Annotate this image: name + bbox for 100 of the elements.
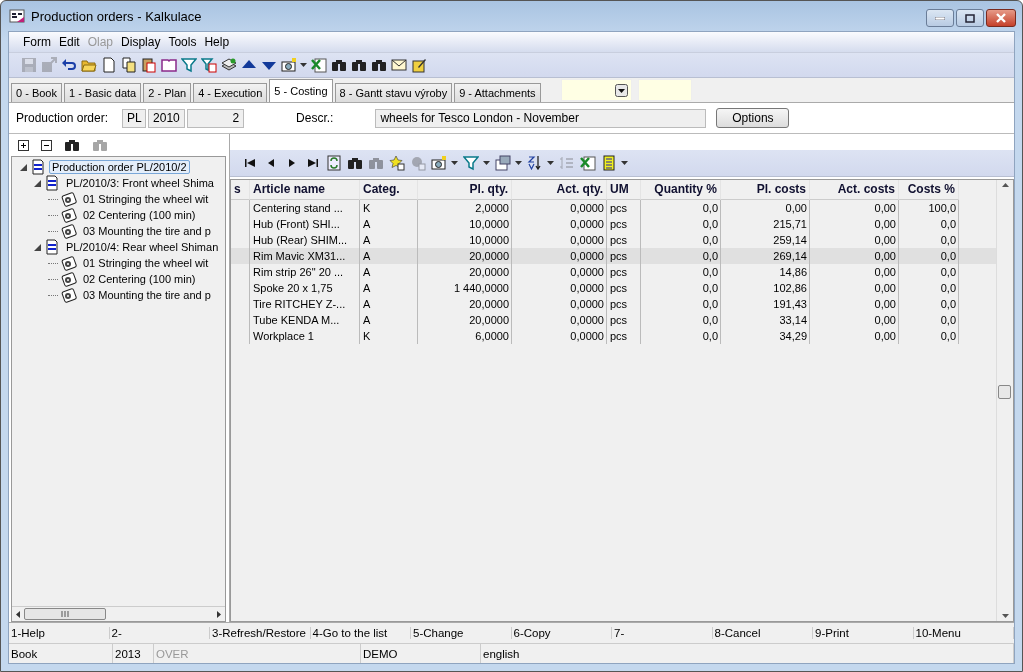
paste-icon[interactable] (141, 57, 157, 73)
binoculars-icon[interactable] (64, 137, 80, 153)
column-header[interactable]: Quantity % (641, 180, 721, 200)
filter-document-icon[interactable] (201, 57, 217, 73)
table-row[interactable]: Spoke 20 x 1,75 A 1 440,0000 0,0000 pcs 0,0 102,86 0,00 0,0 (231, 280, 996, 296)
spreadsheet-icon[interactable] (311, 57, 327, 73)
tree-item[interactable]: PL/2010/3: Front wheel Shima (63, 176, 217, 190)
columns-icon[interactable] (495, 155, 511, 171)
order-number-field[interactable]: 2 (187, 108, 245, 128)
folder-icon[interactable] (81, 57, 97, 73)
menu-item[interactable]: Display (117, 35, 165, 49)
spreadsheet-icon[interactable] (580, 155, 596, 171)
binoculars-icon[interactable] (371, 57, 387, 73)
grip-icon[interactable] (61, 611, 69, 617)
function-key[interactable]: 1-Help (9, 627, 110, 639)
expander-icon[interactable] (34, 179, 41, 187)
horizontal-scrollbar[interactable] (12, 606, 225, 621)
filter-icon[interactable] (463, 155, 479, 171)
function-key[interactable]: 10-Menu (913, 627, 1014, 639)
input-field[interactable] (637, 79, 692, 101)
column-header[interactable]: Pl. qty. (418, 180, 512, 200)
vertical-scrollbar[interactable] (996, 180, 1013, 621)
menu-item[interactable]: Form (19, 35, 55, 49)
scrollbar-thumb[interactable] (998, 385, 1011, 399)
function-key[interactable]: 7- (612, 627, 713, 639)
menu-item[interactable]: Tools (164, 35, 201, 49)
column-header[interactable]: Article name (250, 180, 360, 200)
table-row[interactable]: Tube KENDA M... A 20,0000 0,0000 pcs 0,0 33,14 0,00 0,0 (231, 312, 996, 328)
column-header[interactable]: Categ. (360, 180, 418, 200)
caret-icon[interactable] (515, 161, 522, 165)
tree-item[interactable]: PL/2010/4: Rear wheel Shiman (63, 240, 222, 254)
caret-icon[interactable] (300, 63, 307, 67)
tree-item[interactable]: 01 Stringing the wheel wit (80, 192, 212, 206)
column-header[interactable]: Costs % (899, 180, 959, 200)
scroll-right-icon[interactable] (215, 610, 222, 618)
tree-item[interactable]: 03 Mounting the tire and p (80, 288, 214, 302)
camera-icon[interactable] (281, 57, 297, 73)
camera-icon[interactable] (431, 155, 447, 171)
minimize-button[interactable] (926, 9, 954, 27)
refresh-icon[interactable] (326, 155, 342, 171)
function-key[interactable]: 8-Cancel (712, 627, 813, 639)
column-header[interactable]: Act. costs (810, 180, 899, 200)
dropdown-icon[interactable] (614, 83, 628, 97)
tab[interactable]: 4 - Execution (193, 83, 268, 102)
table-row[interactable]: Rim strip 26" 20 ... A 20,0000 0,0000 pcs 0,0 14,86 0,00 0,0 (231, 264, 996, 280)
tab[interactable]: 5 - Costing (269, 79, 333, 102)
tab[interactable]: 8 - Gantt stavu výroby (334, 83, 453, 102)
expander-icon[interactable] (34, 243, 41, 251)
function-key[interactable]: 3-Refresh/Restore (210, 627, 311, 639)
function-key[interactable]: 6-Copy (511, 627, 612, 639)
sort-icon[interactable] (527, 155, 543, 171)
document-icon[interactable] (101, 57, 117, 73)
order-year-field[interactable]: 2010 (148, 108, 186, 128)
table-row[interactable]: Tire RITCHEY Z-... A 20,0000 0,0000 pcs 0,0 191,43 0,00 0,0 (231, 296, 996, 312)
tab[interactable]: 2 - Plan (143, 83, 192, 102)
table-row[interactable]: Centering stand ... K 2,0000 0,0000 pcs 0,0 0,00 0,00 100,0 (231, 200, 996, 216)
scroll-down-icon[interactable] (1001, 614, 1009, 618)
collapse-all-icon[interactable] (41, 139, 52, 151)
scroll-up-icon[interactable] (1001, 183, 1009, 187)
scroll-left-icon[interactable] (15, 610, 22, 618)
column-header[interactable]: s (231, 180, 250, 200)
expander-icon[interactable] (20, 163, 27, 171)
star-add-icon[interactable] (389, 155, 405, 171)
binoculars-icon[interactable] (331, 57, 347, 73)
caret-icon[interactable] (547, 161, 554, 165)
expand-all-icon[interactable] (18, 139, 29, 151)
column-header[interactable]: Pl. costs (721, 180, 810, 200)
maximize-button[interactable] (956, 9, 984, 27)
combo-field[interactable] (560, 79, 632, 101)
copy-icon[interactable] (121, 57, 137, 73)
undo-icon[interactable] (61, 57, 77, 73)
tree-item[interactable]: 01 Stringing the wheel wit (80, 256, 212, 270)
table-row[interactable]: Rim Mavic XM31... A 20,0000 0,0000 pcs 0,0 269,14 0,00 0,0 (231, 248, 996, 264)
function-key[interactable]: 2- (109, 627, 210, 639)
column-header[interactable]: UM (607, 180, 641, 200)
close-button[interactable] (986, 9, 1016, 27)
filter-icon[interactable] (181, 57, 197, 73)
order-prefix-field[interactable]: PL (122, 108, 147, 128)
envelope-icon[interactable] (391, 57, 407, 73)
binoculars-icon[interactable] (351, 57, 367, 73)
menu-item[interactable]: Help (200, 35, 234, 49)
caret-icon[interactable] (451, 161, 458, 165)
function-key[interactable]: 5-Change (411, 627, 512, 639)
options-button[interactable]: Options (716, 108, 790, 128)
tree-item[interactable]: Production order PL/2010/2 (49, 160, 190, 174)
function-key[interactable]: 9-Print (813, 627, 914, 639)
table-row[interactable]: Workplace 1 K 6,0000 0,0000 pcs 0,0 34,29 0,00 0,0 (231, 328, 996, 344)
tree-item[interactable]: 03 Mounting the tire and p (80, 224, 214, 238)
binoculars-icon[interactable] (347, 155, 363, 171)
notepad-icon[interactable] (411, 57, 427, 73)
tree-item[interactable]: 02 Centering (100 min) (80, 208, 199, 222)
caret-icon[interactable] (483, 161, 490, 165)
tab[interactable]: 1 - Basic data (63, 83, 142, 102)
caret-icon[interactable] (621, 161, 628, 165)
function-key[interactable]: 4-Go to the list (310, 627, 411, 639)
tab[interactable]: 0 - Book (11, 83, 62, 102)
description-field[interactable]: wheels for Tesco London - November (375, 108, 707, 128)
stack-icon[interactable] (221, 57, 237, 73)
tab[interactable]: 9 - Attachments (454, 83, 541, 102)
menu-item[interactable]: Edit (55, 35, 84, 49)
